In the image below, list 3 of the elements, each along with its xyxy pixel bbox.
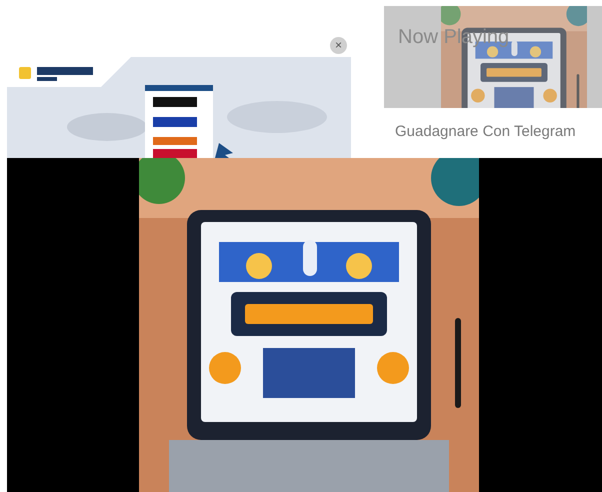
video-player[interactable]	[7, 158, 602, 492]
close-button[interactable]: ×	[330, 37, 347, 54]
video-title[interactable]: Guadagnare Con Telegram	[395, 121, 576, 144]
